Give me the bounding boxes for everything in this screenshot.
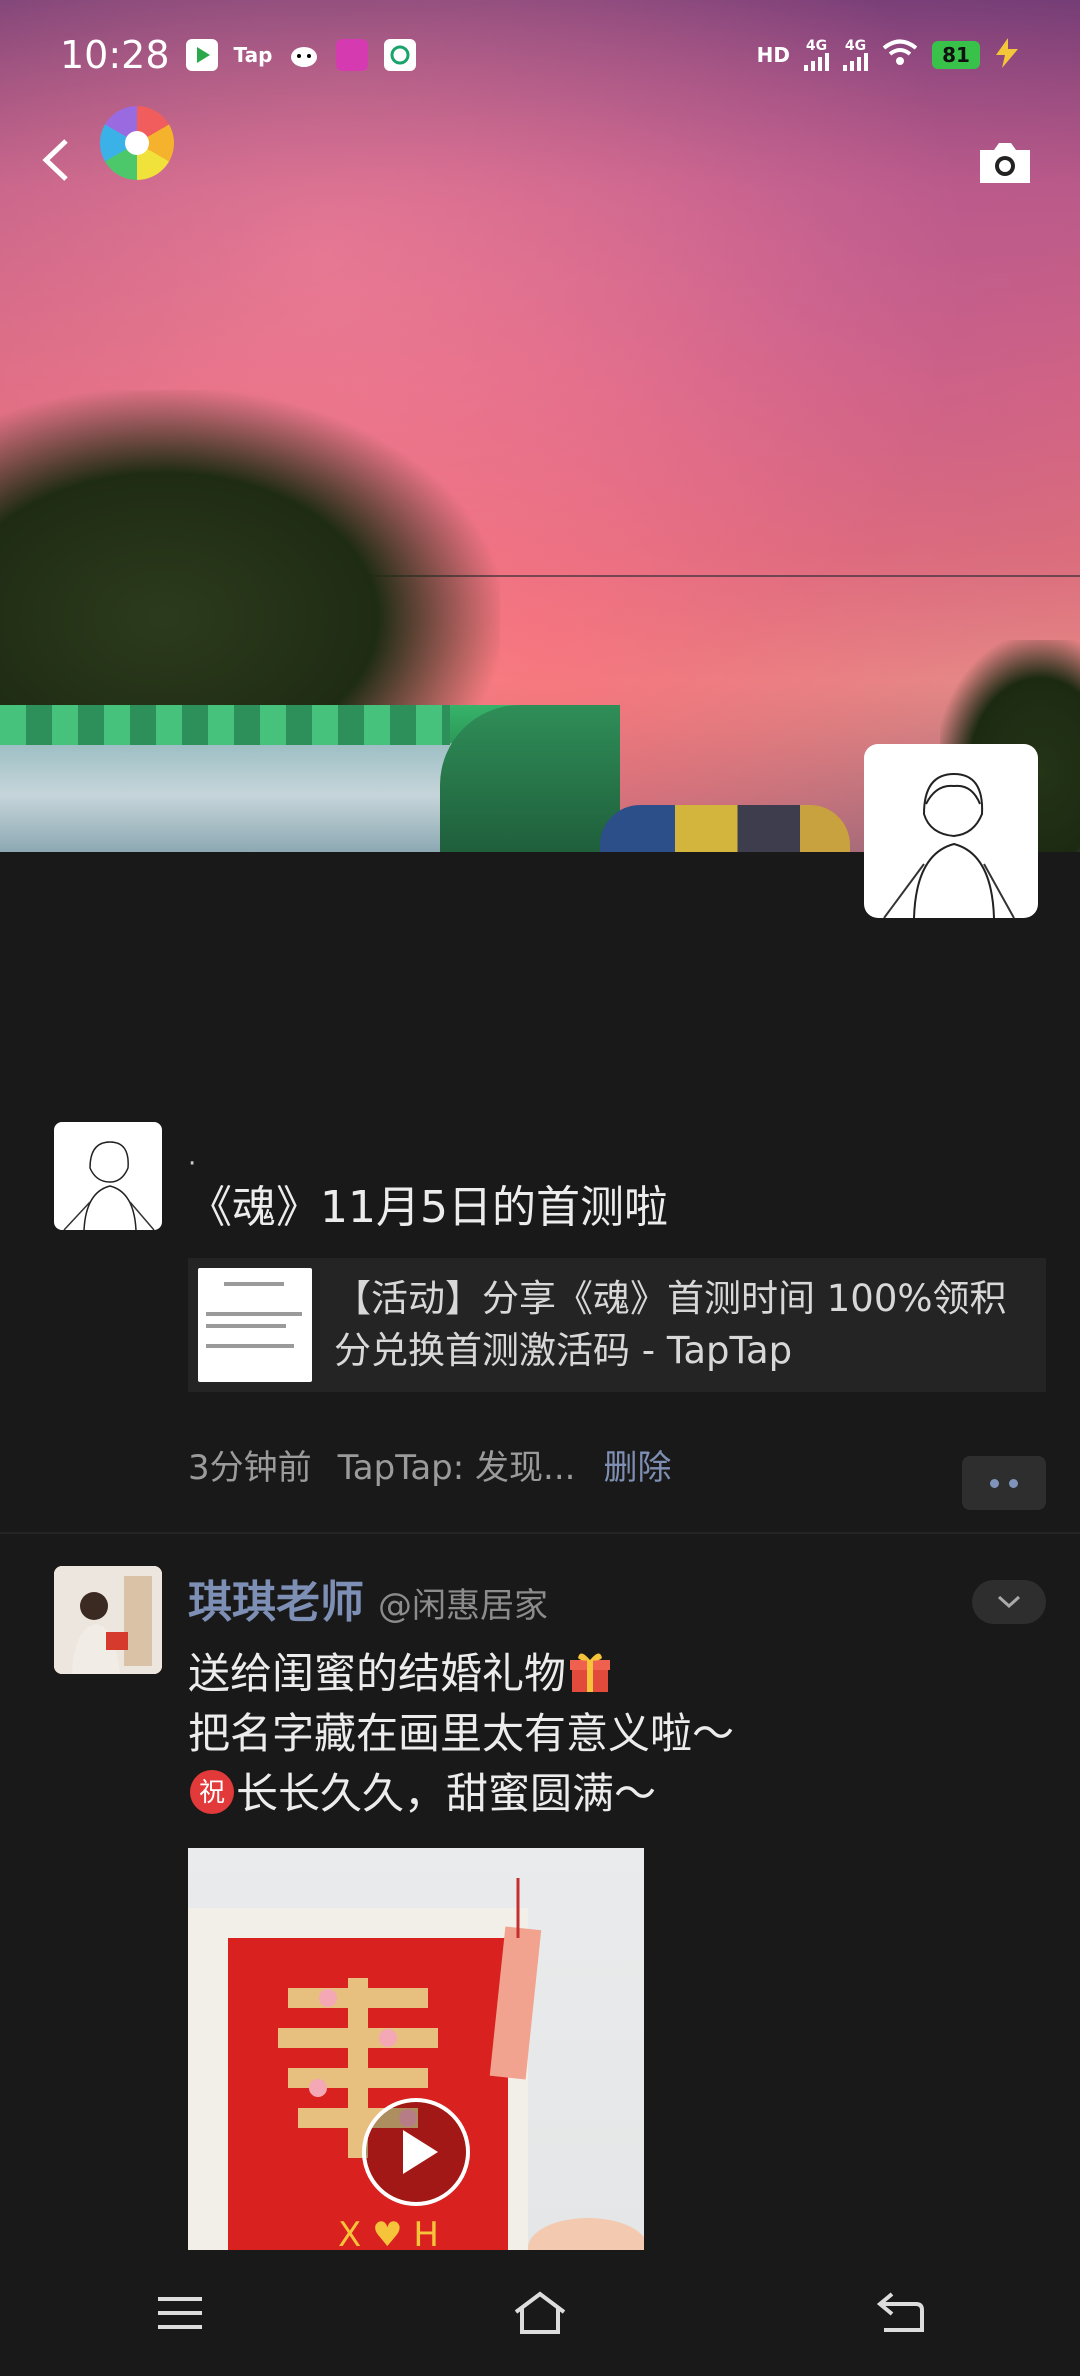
post-text: 送给闺蜜的结婚礼物 把名字藏在画里太有意义啦～ 祝长长久久，甜蜜圆满～	[188, 1648, 735, 1818]
camera-icon[interactable]	[976, 140, 1034, 186]
more-options-button[interactable]	[962, 1456, 1046, 1510]
chevron-down-icon	[997, 1595, 1021, 1609]
avatar[interactable]	[54, 1122, 162, 1230]
post-source[interactable]: TapTap: 发现...	[338, 1440, 576, 1489]
mall-app-icon	[336, 39, 369, 71]
svg-text:祝: 祝	[199, 1778, 225, 1808]
charging-icon	[994, 37, 1020, 73]
divider	[0, 1532, 1080, 1534]
wifi-icon	[882, 39, 918, 72]
back-arrow-icon[interactable]	[36, 135, 76, 185]
user-name[interactable]: ·	[188, 1150, 1046, 1178]
video-app-icon	[185, 39, 218, 71]
post-text: 《魂》11月5日的首测啦	[188, 1182, 668, 1233]
system-nav-bar	[0, 2250, 1080, 2376]
bags	[600, 805, 850, 852]
taptap-icon: Tap	[233, 43, 273, 67]
menu-icon[interactable]	[148, 2281, 212, 2345]
video-thumbnail[interactable]: X ♥ H	[188, 1848, 644, 2256]
tent-stripes	[0, 705, 450, 745]
congratulate-icon: 祝	[188, 1768, 236, 1816]
post-content: · 《魂》11月5日的首测啦 【活动】分享《魂》首测时间 100%领积分兑换首测…	[188, 1150, 1046, 1489]
status-bar: 10:28 Tap HD 4G 4G 81	[0, 0, 1080, 110]
profile-avatar[interactable]	[864, 744, 1038, 918]
share-card[interactable]: 【活动】分享《魂》首测时间 100%领积分兑换首测激活码 - TapTap	[188, 1258, 1046, 1392]
svg-text:X ♥ H: X ♥ H	[338, 2215, 439, 2255]
expand-button[interactable]	[972, 1580, 1046, 1624]
share-thumbnail	[198, 1268, 312, 1382]
avatar[interactable]	[54, 1566, 162, 1674]
share-title: 【活动】分享《魂》首测时间 100%领积分兑换首测激活码 - TapTap	[334, 1277, 1007, 1372]
status-time: 10:28	[60, 33, 170, 77]
moments-logo-icon[interactable]	[100, 106, 174, 180]
signal-2: 4G	[843, 39, 868, 71]
dot-icon	[990, 1478, 999, 1488]
return-icon[interactable]	[868, 2281, 932, 2345]
delete-link[interactable]: 删除	[603, 1440, 671, 1489]
home-icon[interactable]	[508, 2281, 572, 2345]
cat-app-icon	[288, 39, 320, 71]
hd-label: HD	[756, 43, 790, 67]
post-time: 3分钟前	[188, 1448, 312, 1488]
gift-icon	[566, 1648, 614, 1696]
post-meta: 3分钟前 TapTap: 发现... 删除	[188, 1440, 1046, 1489]
signal-1: 4G	[804, 39, 829, 71]
dot-icon	[1009, 1478, 1018, 1488]
user-handle: @闲惠居家	[378, 1586, 548, 1626]
tent-dome	[440, 705, 620, 852]
post-content: 琪琪老师 @闲惠居家 送给闺蜜的结婚礼物 把名字藏在画里太有意义啦～ 祝长长久久…	[188, 1566, 1046, 1824]
mobile-app-icon	[384, 39, 417, 71]
battery-indicator: 81	[932, 41, 980, 69]
user-name[interactable]: 琪琪老师	[188, 1566, 364, 1630]
